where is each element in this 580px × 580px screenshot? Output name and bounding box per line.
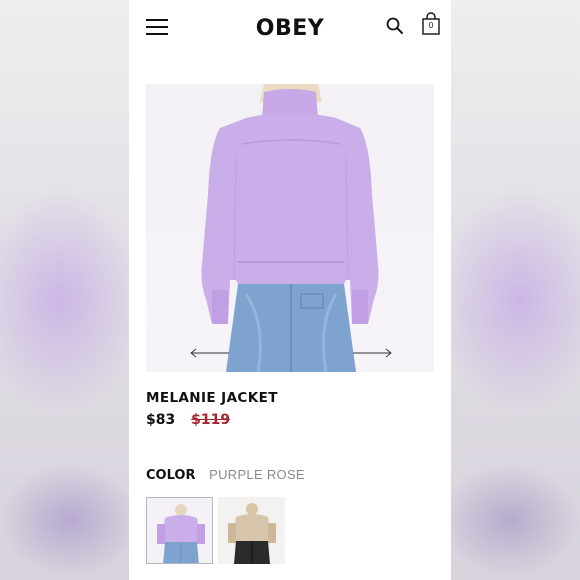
swatch-thumbnail-purple [147, 498, 212, 563]
selected-color-name: PURPLE ROSE [209, 467, 305, 482]
product-image[interactable] [146, 84, 434, 372]
previous-image-arrow-icon[interactable] [190, 348, 230, 358]
next-image-arrow-icon[interactable] [352, 348, 392, 358]
cart-count-badge: 0 [428, 21, 434, 30]
original-price: $119 [191, 412, 231, 428]
color-selector-label: COLOR PURPLE ROSE [146, 467, 305, 483]
color-swatch-beige[interactable] [218, 497, 285, 564]
price-row: $83 $119 [146, 411, 230, 428]
product-title: MELANIE JACKET [146, 390, 278, 406]
brand-logo[interactable]: OBEY [229, 16, 351, 41]
product-photo-illustration [201, 84, 379, 372]
mobile-page: OBEY 0 MELANIE JACKET $83 $119 COLOR PUR… [129, 0, 451, 580]
site-header: OBEY 0 [129, 0, 451, 60]
color-swatch-purple-rose[interactable] [146, 497, 213, 564]
shopping-bag-icon[interactable]: 0 [420, 12, 442, 36]
swatch-thumbnail-beige [218, 497, 285, 564]
hamburger-menu-icon[interactable] [146, 19, 168, 35]
sale-price: $83 [146, 412, 176, 428]
color-label: COLOR [146, 468, 196, 483]
search-icon[interactable] [385, 16, 405, 36]
